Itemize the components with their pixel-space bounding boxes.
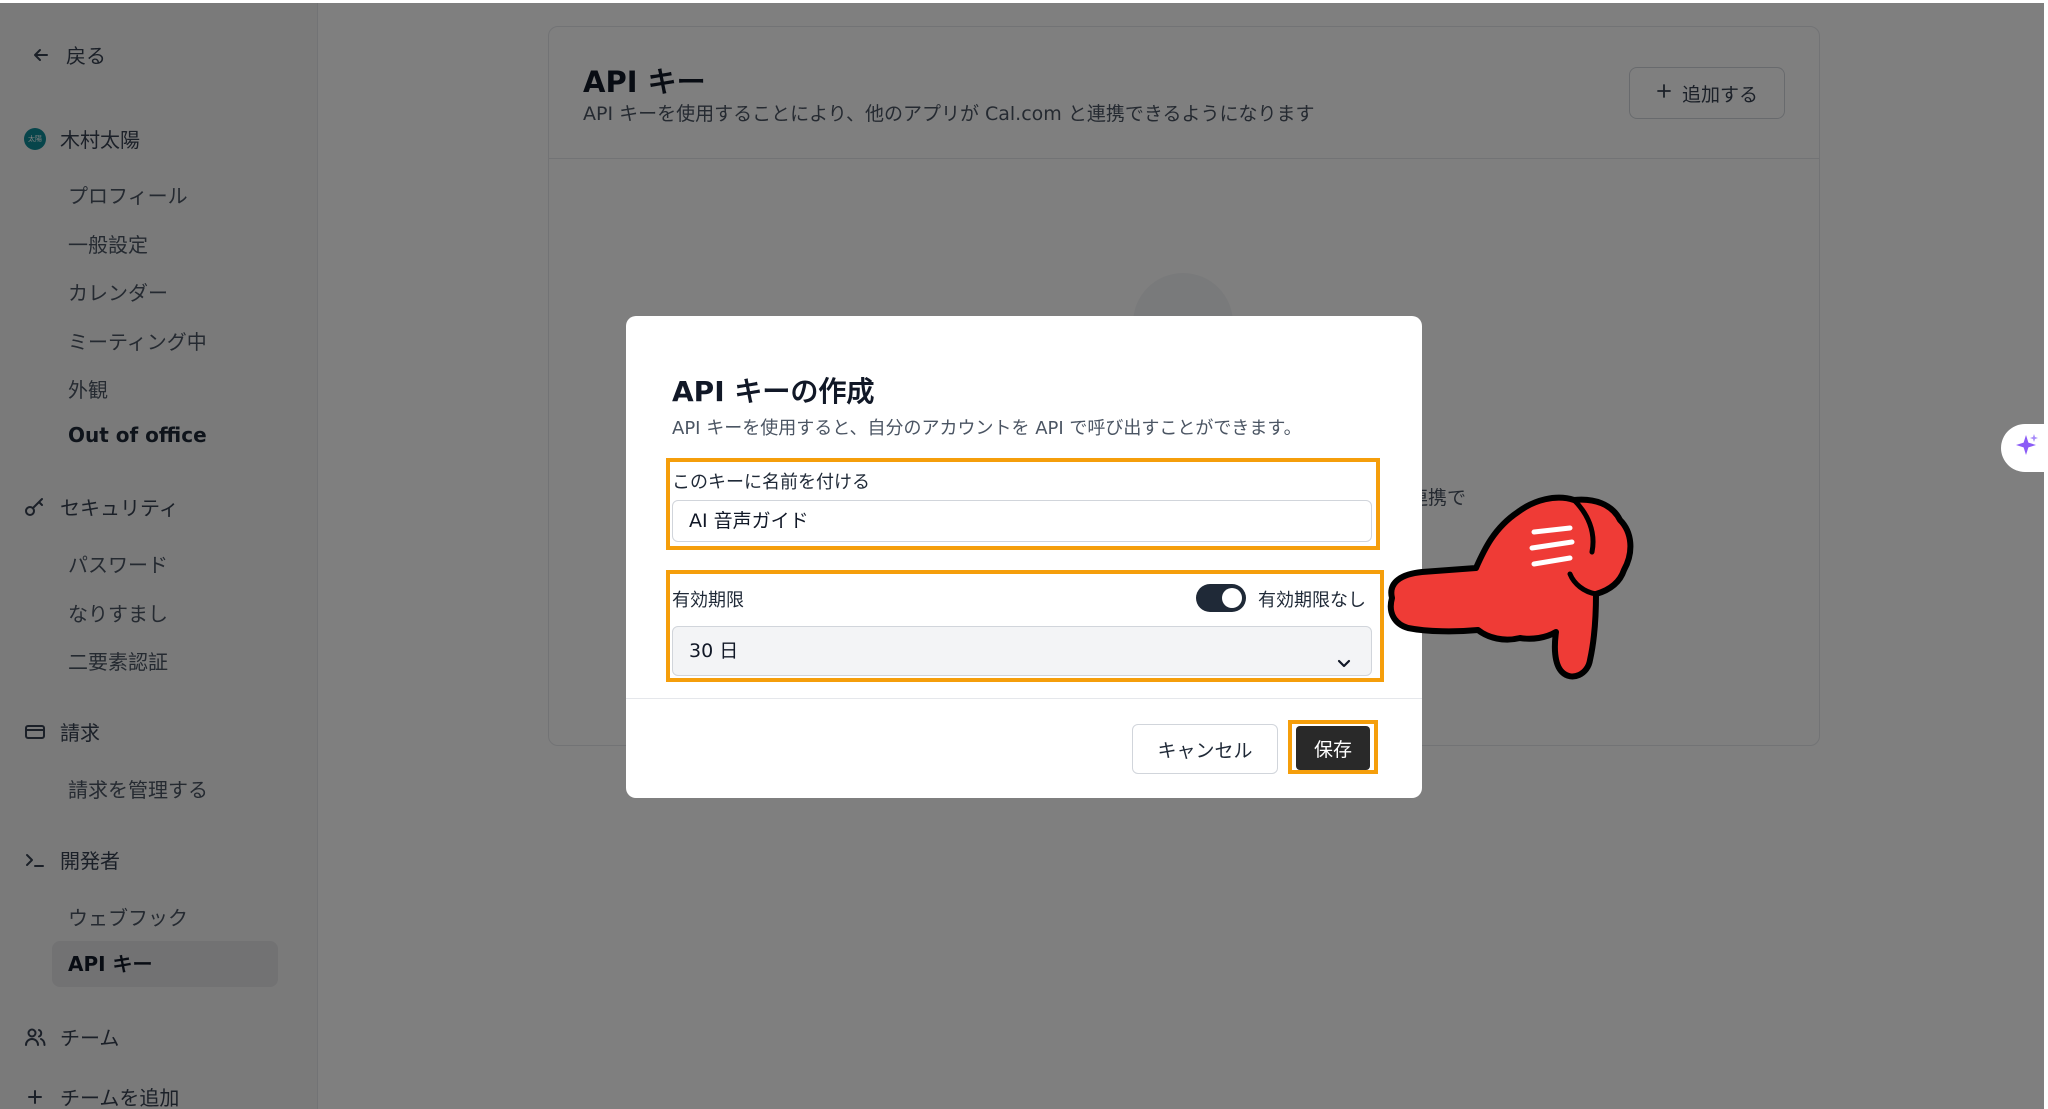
never-expires-label: 有効期限なし xyxy=(1258,590,1366,611)
toggle-knob xyxy=(1222,588,1242,608)
key-name-label: このキーに名前を付ける xyxy=(672,472,870,493)
expiry-select-value: 30 日 xyxy=(689,640,739,662)
cancel-button[interactable]: キャンセル xyxy=(1132,724,1278,774)
sparkle-icon xyxy=(2012,432,2040,464)
never-expires-toggle[interactable] xyxy=(1196,584,1246,612)
dialog-description: API キーを使用すると、自分のアカウントを API で呼び出すことができます。 xyxy=(672,418,1302,439)
window-right-edge xyxy=(2044,0,2048,1109)
ai-assistant-button[interactable] xyxy=(2001,424,2048,472)
pointing-hand-icon xyxy=(1387,494,1634,680)
window-top-edge xyxy=(0,0,2048,3)
chevron-down-icon xyxy=(1335,643,1353,691)
expiry-select[interactable]: 30 日 xyxy=(672,626,1372,676)
key-name-input[interactable]: AI 音声ガイド xyxy=(672,500,1372,542)
create-api-key-dialog: API キーの作成 API キーを使用すると、自分のアカウントを API で呼び… xyxy=(626,316,1422,798)
dialog-divider xyxy=(626,698,1422,699)
dialog-title: API キーの作成 xyxy=(672,375,875,408)
save-button[interactable]: 保存 xyxy=(1296,726,1370,770)
expiry-label: 有効期限 xyxy=(672,590,744,611)
